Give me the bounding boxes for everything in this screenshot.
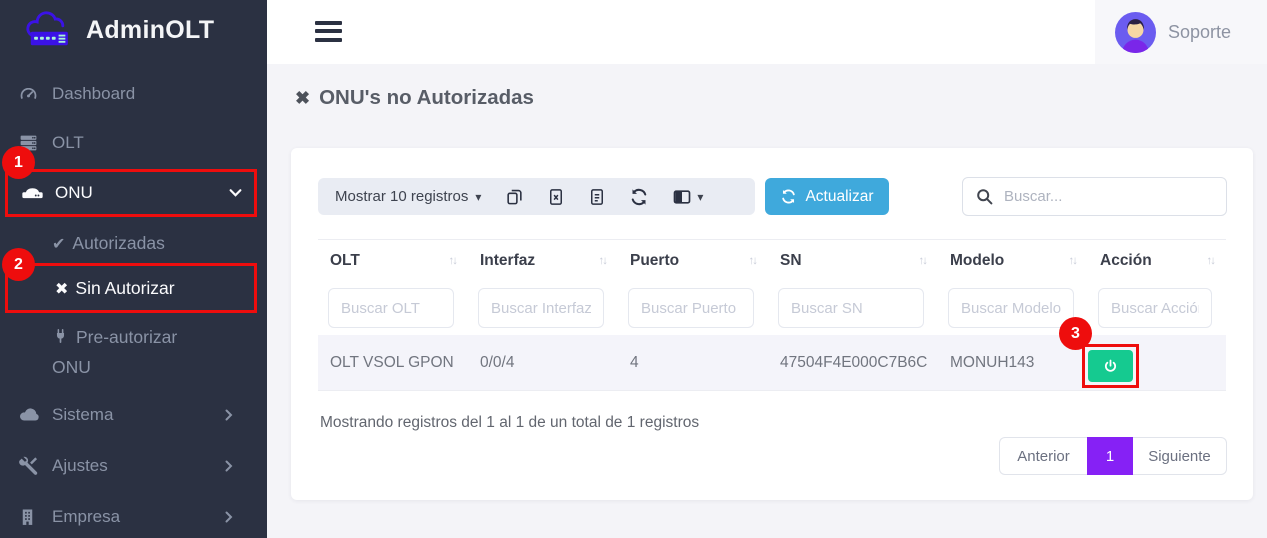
sidebar-item-label: OLT [52, 133, 84, 153]
filter-modelo-input[interactable] [948, 288, 1074, 328]
cloud-icon [18, 404, 42, 426]
annotation-rect-power [1082, 344, 1139, 388]
file-export-button[interactable] [588, 188, 606, 206]
actualizar-button[interactable]: Actualizar [765, 178, 889, 215]
chevron-down-icon [229, 189, 242, 198]
sidebar-item-autorizadas[interactable]: ✔ Autorizadas [0, 229, 230, 259]
close-icon: ✖ [55, 275, 68, 304]
cloud-router-logo-icon [24, 10, 78, 50]
caret-down-icon: ▾ [475, 190, 481, 204]
sidebar-item-label: Dashboard [52, 84, 135, 104]
authorize-power-button[interactable] [1088, 350, 1133, 382]
hamburger-menu-icon[interactable] [315, 21, 342, 46]
check-icon: ✔ [52, 230, 65, 259]
sidebar-item-label: ONU [55, 183, 93, 203]
show-entries-label: Mostrar 10 registros [335, 188, 468, 205]
filter-interfaz-input[interactable] [478, 288, 604, 328]
sidebar-item-olt[interactable]: OLT [0, 127, 267, 159]
search-icon [975, 187, 994, 206]
onu-device-icon [21, 182, 45, 205]
pagination: Anterior 1 Siguiente [999, 437, 1227, 475]
chevron-right-icon [225, 409, 233, 421]
table-summary: Mostrando registros del 1 al 1 de un tot… [320, 414, 699, 432]
annotation-badge-2: 2 [2, 248, 35, 281]
sidebar: AdminOLT Dashboard OLT ONU [0, 0, 267, 538]
actualizar-label: Actualizar [805, 188, 873, 206]
topbar: Soporte [267, 0, 1267, 64]
column-header-sn[interactable]: SN↑↓ [768, 252, 938, 270]
caret-down-icon: ▾ [697, 190, 703, 204]
copy-button[interactable] [505, 187, 524, 206]
user-name: Soporte [1168, 22, 1231, 43]
sort-icon[interactable]: ↑↓ [1207, 255, 1215, 267]
show-entries-dropdown[interactable]: Mostrar 10 registros ▾ [318, 188, 481, 205]
sidebar-item-label: Sistema [52, 405, 113, 425]
sidebar-item-ajustes[interactable]: Ajustes [0, 450, 267, 482]
sidebar-item-empresa[interactable]: Empresa [0, 501, 267, 533]
excel-export-button[interactable] [547, 188, 565, 206]
avatar [1115, 12, 1156, 53]
annotation-rect-sin-autorizar: ✖ Sin Autorizar [5, 263, 257, 313]
annotation-badge-3: 3 [1059, 317, 1092, 350]
sidebar-item-label: Pre-autorizar ONU [52, 327, 177, 377]
pagination-page-1[interactable]: 1 [1087, 437, 1133, 475]
brand-name: AdminOLT [86, 16, 214, 45]
brand-logo[interactable]: AdminOLT [24, 10, 214, 50]
gauge-icon [18, 84, 42, 105]
cell-sn: 47504F4E000C7B6C [768, 354, 938, 372]
table-toolbar: Mostrar 10 registros ▾ [318, 178, 755, 215]
cell-olt: OLT VSOL GPON [318, 354, 468, 372]
cell-interfaz: 0/0/4 [468, 354, 618, 372]
page-title-text: ONU's no Autorizadas [319, 86, 534, 110]
user-menu[interactable]: Soporte [1095, 0, 1267, 64]
search-input[interactable] [1004, 188, 1214, 205]
sidebar-item-label: Empresa [52, 507, 120, 527]
sidebar-item-dashboard[interactable]: Dashboard [0, 78, 267, 110]
filter-olt-input[interactable] [328, 288, 454, 328]
tools-icon [18, 456, 42, 477]
filter-puerto-input[interactable] [628, 288, 754, 328]
column-header-puerto[interactable]: Puerto↑↓ [618, 252, 768, 270]
sidebar-item-sin-autorizar[interactable]: ✖ Sin Autorizar [3, 274, 233, 304]
pagination-next-button[interactable]: Siguiente [1133, 437, 1227, 475]
filter-sn-input[interactable] [778, 288, 924, 328]
column-visibility-button[interactable]: ▾ [672, 187, 703, 207]
sidebar-item-pre-autorizar[interactable]: Pre-autorizar ONU [0, 323, 200, 382]
filter-accion-input[interactable] [1098, 288, 1212, 328]
column-header-modelo[interactable]: Modelo↑↓ [938, 252, 1088, 270]
column-header-interfaz[interactable]: Interfaz↑↓ [468, 252, 618, 270]
chevron-right-icon [225, 460, 233, 472]
cell-puerto: 4 [618, 354, 768, 372]
admin-olt-app: AdminOLT Dashboard OLT ONU [0, 0, 1267, 538]
sort-icon[interactable]: ↑↓ [749, 255, 757, 267]
reload-button[interactable] [629, 187, 649, 207]
close-icon: ✖ [295, 88, 310, 109]
sidebar-item-label: Autorizadas [72, 233, 164, 253]
annotation-rect-onu: ONU [5, 169, 257, 217]
sidebar-item-label: Ajustes [52, 456, 108, 476]
cell-modelo: MONUH143 [938, 354, 1088, 372]
page-title: ✖ ONU's no Autorizadas [295, 86, 534, 110]
annotation-badge-1: 1 [2, 146, 35, 179]
onu-table-card: Mostrar 10 registros ▾ [291, 148, 1253, 500]
sort-icon[interactable]: ↑↓ [449, 255, 457, 267]
global-search [962, 177, 1227, 216]
chevron-right-icon [225, 511, 233, 523]
sort-icon[interactable]: ↑↓ [919, 255, 927, 267]
column-header-olt[interactable]: OLT↑↓ [318, 252, 468, 270]
sidebar-item-onu[interactable]: ONU [3, 172, 270, 214]
building-icon [18, 508, 42, 527]
sort-icon[interactable]: ↑↓ [599, 255, 607, 267]
main-content: ✖ ONU's no Autorizadas Mostrar 10 regist… [267, 64, 1267, 538]
sort-icon[interactable]: ↑↓ [1069, 255, 1077, 267]
sidebar-item-label: Sin Autorizar [75, 278, 174, 298]
export-buttons: ▾ [505, 187, 703, 207]
table-header-row: OLT↑↓ Interfaz↑↓ Puerto↑↓ SN↑↓ Modelo↑↓ … [318, 239, 1226, 281]
column-header-accion[interactable]: Acción↑↓ [1088, 252, 1226, 270]
plug-icon [52, 326, 69, 355]
pagination-prev-button[interactable]: Anterior [999, 437, 1087, 475]
sidebar-item-sistema[interactable]: Sistema [0, 399, 267, 431]
